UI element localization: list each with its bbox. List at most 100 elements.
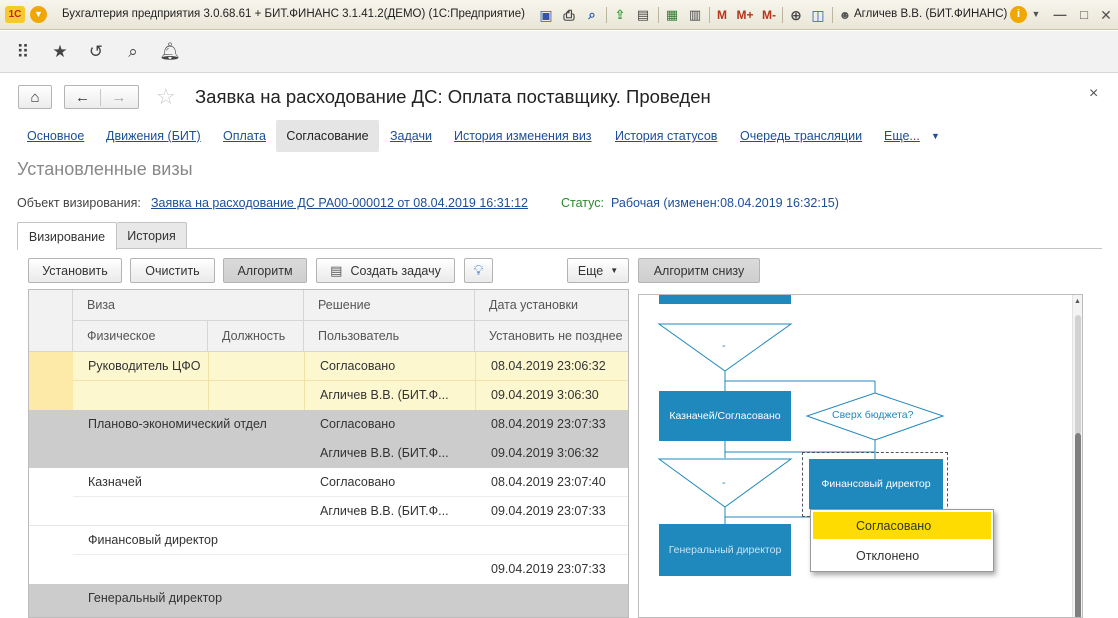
table-row[interactable]: Казначей Согласовано 08.04.2019 23:07:40… (29, 468, 628, 526)
preview-icon[interactable]: ⌕ (584, 6, 600, 23)
row-marker-header (29, 290, 73, 352)
tab-zadachi[interactable]: Задачи (390, 129, 432, 143)
date-cell: 08.04.2019 23:06:32 (491, 359, 606, 373)
task-icon: ▤ (330, 262, 343, 278)
more-button[interactable]: Еще ▼ (567, 258, 629, 283)
forward-arrow-icon[interactable]: → (101, 89, 137, 106)
popup-item-approved[interactable]: Согласовано (813, 512, 991, 539)
scroll-thumb[interactable] (1075, 315, 1081, 435)
tab-istoriya-statusov[interactable]: История статусов (615, 129, 717, 143)
tab-istoriya-viz[interactable]: История изменения виз (454, 129, 592, 143)
chevron-down-icon[interactable]: ▼ (931, 131, 940, 141)
scroll-thumb-lower[interactable] (1075, 433, 1081, 617)
close-icon[interactable]: × (1089, 85, 1098, 103)
reshenie-cell: Согласовано (320, 359, 396, 373)
maximize-icon[interactable]: □ (1077, 6, 1091, 23)
minimize-icon[interactable]: — (1053, 6, 1067, 23)
cell-divider (73, 554, 628, 555)
main-menu-icon[interactable]: ▼ (30, 6, 47, 23)
dash-label: - (722, 477, 726, 489)
memory-minus-button[interactable]: M- (759, 6, 779, 23)
create-task-button[interactable]: ▤ Создать задачу (316, 258, 455, 283)
tab-oplata[interactable]: Оплата (223, 129, 266, 143)
algorithm-bottom-button[interactable]: Алгоритм снизу (638, 258, 760, 283)
chevron-down-icon[interactable]: ▼ (1031, 6, 1041, 23)
viza-cell: Руководитель ЦФО (88, 359, 201, 373)
save-icon[interactable]: ▣ (538, 6, 554, 23)
top-node[interactable] (659, 295, 791, 304)
table-row[interactable]: Руководитель ЦФО Согласовано 08.04.2019 … (29, 352, 628, 410)
panels-icon[interactable]: ◫ (810, 6, 826, 23)
table-row[interactable]: Генеральный директор (29, 584, 628, 617)
grid-menu-icon[interactable]: ⠿ (11, 40, 35, 64)
back-arrow-icon[interactable]: ← (65, 88, 101, 106)
col-header-viza[interactable]: Виза (73, 290, 304, 321)
section-title: Установленные визы (17, 159, 193, 179)
calendar-icon[interactable]: ▦ (664, 6, 680, 23)
tab-ochered[interactable]: Очередь трансляции (740, 129, 862, 143)
upload-icon[interactable]: ⇪ (612, 6, 628, 23)
gen-director-node[interactable]: Генеральный директор (659, 524, 791, 576)
treasurer-node[interactable]: Казначей/Согласовано (659, 391, 791, 441)
favorite-star-icon[interactable]: ☆ (156, 84, 176, 110)
search-icon[interactable]: ⌕ (121, 40, 145, 64)
algorithm-button[interactable]: Алгоритм (223, 258, 307, 283)
tab-osnovnoe[interactable]: Основное (27, 129, 84, 143)
cell-divider (208, 352, 209, 410)
section-panel: ⠿ ★ ↺ ⌕ 🔔︎ (0, 31, 1118, 73)
app-title: Бухгалтерия предприятия 3.0.68.61 + БИТ.… (62, 8, 525, 20)
col-header-dolzhnost[interactable]: Должность (208, 321, 304, 352)
col-header-reshenie[interactable]: Решение (304, 290, 475, 321)
visa-table: Виза Решение Дата установки Физическое Д… (28, 289, 629, 618)
popup-item-rejected[interactable]: Отклонено (813, 542, 991, 569)
install-button[interactable]: Установить (28, 258, 122, 283)
user-name[interactable]: Агличев В.В. (БИТ.ФИНАНС) (854, 8, 1007, 20)
fin-director-node[interactable]: Финансовый директор (809, 459, 943, 509)
page-title: Заявка на расходование ДС: Оплата постав… (195, 86, 711, 107)
nav-arrows: ← → (64, 85, 139, 109)
tab-more[interactable]: Еще... (884, 129, 920, 143)
info-icon[interactable]: i (1010, 6, 1027, 23)
col-header-ne-pozdnee[interactable]: Установить не позднее (475, 321, 628, 352)
lightbulb-button[interactable]: 💡︎ (464, 258, 493, 283)
memory-button[interactable]: M (714, 6, 730, 23)
favorites-star-icon[interactable]: ★ (48, 40, 72, 64)
user-icon: ☻ (838, 7, 852, 22)
home-button[interactable]: ⌂ (18, 85, 52, 109)
close-window-icon[interactable]: ✕ (1099, 6, 1113, 23)
col-header-polzovatel[interactable]: Пользователь (304, 321, 475, 352)
table-row[interactable]: Планово-экономический отдел Согласовано … (29, 410, 628, 468)
reshenie-cell: Согласовано (320, 475, 396, 489)
print-icon[interactable]: ⎙ (561, 6, 577, 23)
viza-cell: Генеральный директор (88, 591, 223, 605)
tab-panel-border (17, 248, 1102, 249)
tab-dvizheniya[interactable]: Движения (БИТ) (106, 129, 201, 143)
bell-icon[interactable]: 🔔︎ (158, 40, 182, 64)
date-cell: 08.04.2019 23:07:40 (491, 475, 606, 489)
history-icon[interactable]: ↺ (84, 40, 108, 64)
col-header-data[interactable]: Дата установки (475, 290, 628, 321)
calculator-icon[interactable]: ▥ (687, 6, 703, 23)
tab-soglasovanie[interactable]: Согласование (276, 120, 379, 152)
col-header-fizicheskoe[interactable]: Физическое (73, 321, 208, 352)
viza-cell: Казначей (88, 475, 142, 489)
memory-plus-button[interactable]: M+ (735, 6, 755, 23)
lightbulb-icon: 💡︎ (473, 262, 484, 278)
scroll-up-icon[interactable]: ▲ (1074, 298, 1081, 305)
tab-vizirovanie[interactable]: Визирование (17, 222, 117, 250)
object-link[interactable]: Заявка на расходование ДС РА00-000012 от… (151, 196, 528, 210)
document-icon[interactable]: ▤ (635, 6, 651, 23)
user-cell: Агличев В.В. (БИТ.Ф... (320, 504, 449, 518)
deadline-cell: 09.04.2019 3:06:32 (491, 446, 599, 460)
row-marker (29, 352, 73, 410)
zoom-icon[interactable]: ⊕ (788, 6, 804, 23)
clear-button[interactable]: Очистить (130, 258, 215, 283)
tab-istoriya[interactable]: История (117, 222, 187, 249)
object-label: Объект визирования: (17, 196, 141, 210)
diagram-scrollbar[interactable]: ▲ (1072, 295, 1082, 617)
table-row[interactable]: Финансовый директор 09.04.2019 23:07:33 (29, 526, 628, 584)
cell-divider (475, 352, 476, 410)
create-task-label: Создать задачу (350, 263, 441, 278)
status-label: Статус: (561, 196, 604, 210)
app-logo-icon[interactable]: 1С (5, 6, 25, 23)
